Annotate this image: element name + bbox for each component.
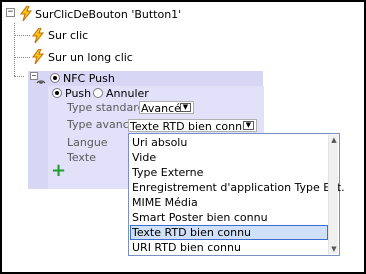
standard-type-value: Avancé — [141, 102, 181, 115]
tree-line — [14, 57, 30, 58]
scroll-up-icon[interactable]: ▲ — [329, 135, 339, 145]
scroll-down-icon[interactable]: ▼ — [329, 244, 339, 254]
dropdown-option[interactable]: Enregistrement d'application Type Ext. — [130, 180, 345, 195]
advanced-type-value: Texte RTD bien connu — [130, 120, 250, 133]
lightning-bolt-icon — [32, 49, 45, 64]
root-collapse-toggle[interactable]: − — [6, 8, 15, 17]
push-radio[interactable] — [52, 88, 62, 98]
event-root-label[interactable]: SurClicDeBouton 'Button1' — [35, 8, 181, 21]
chevron-down-icon[interactable]: ▼ — [243, 121, 254, 130]
dropdown-scrollbar[interactable]: ▲ ▼ — [328, 135, 338, 254]
lightning-bolt-icon — [20, 6, 33, 21]
action-tree-panel: − SurClicDeBouton 'Button1' Sur clic Sur… — [0, 0, 366, 274]
cancel-label: Annuler — [106, 87, 149, 100]
standard-type-select[interactable]: Avancé ▼ — [139, 101, 194, 115]
standard-type-label: Type standard — [67, 101, 145, 114]
nfc-push-radio[interactable] — [50, 73, 60, 83]
dropdown-option[interactable]: MIME Média — [130, 195, 328, 210]
tree-line — [14, 23, 15, 76]
text-label: Texte — [67, 151, 97, 164]
dropdown-option[interactable]: Type Externe — [130, 165, 328, 180]
language-label: Langue — [67, 136, 108, 149]
tree-line — [14, 76, 24, 77]
advanced-type-dropdown-list[interactable]: Uri absolu Vide Type Externe Enregistrem… — [128, 133, 345, 256]
lightning-bolt-icon — [32, 28, 45, 43]
tree-line — [14, 35, 30, 36]
dropdown-option-selected[interactable]: Texte RTD bien connu — [130, 225, 328, 240]
nfc-signal-icon — [36, 80, 46, 84]
chevron-down-icon[interactable]: ▼ — [180, 103, 191, 112]
nfc-push-label: NFC Push — [63, 72, 115, 85]
dropdown-option[interactable]: Vide — [130, 150, 328, 165]
event-on-click[interactable]: Sur clic — [48, 29, 88, 42]
event-on-long-click[interactable]: Sur un long clic — [48, 51, 133, 64]
dropdown-option[interactable]: Uri absolu — [130, 135, 328, 150]
cancel-radio[interactable] — [93, 88, 103, 98]
advanced-type-select[interactable]: Texte RTD bien connu ▼ — [128, 119, 257, 133]
advanced-type-label: Type avancé — [67, 118, 136, 131]
add-action-icon[interactable]: + — [51, 162, 66, 180]
push-label: Push — [65, 87, 92, 100]
dropdown-option[interactable]: URI RTD bien connu — [130, 240, 328, 255]
dropdown-option[interactable]: Smart Poster bien connu — [130, 210, 328, 225]
